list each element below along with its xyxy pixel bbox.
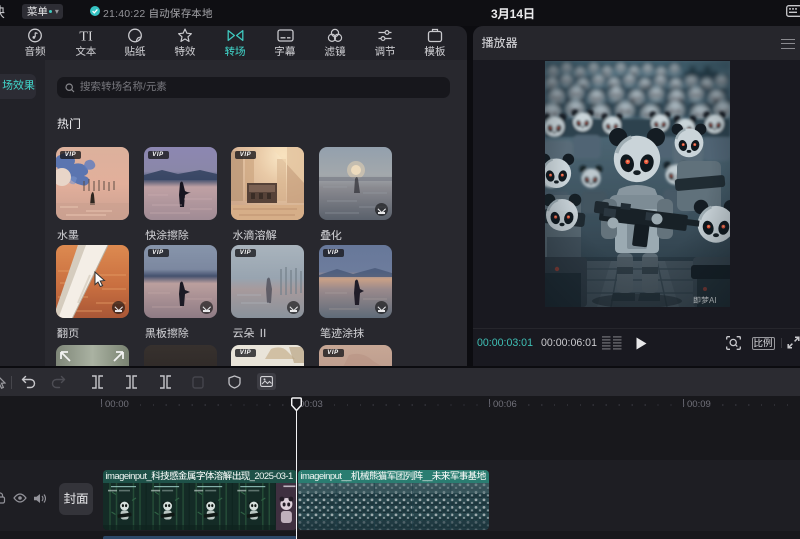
svg-text:TI: TI xyxy=(79,30,93,44)
svg-text:即梦AI: 即梦AI xyxy=(693,296,717,305)
